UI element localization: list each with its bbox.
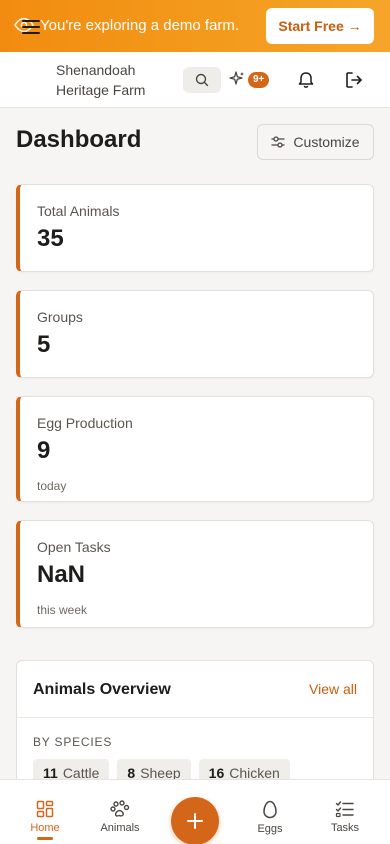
nav-label: Animals — [100, 822, 140, 834]
logout-icon[interactable] — [344, 70, 364, 90]
dashboard-icon — [36, 800, 54, 818]
section-title: Animals Overview — [33, 681, 171, 698]
stat-card-groups[interactable]: Groups 5 — [16, 290, 374, 378]
stat-label: Egg Production — [37, 415, 133, 431]
view-all-link[interactable]: View all — [309, 681, 357, 697]
page-title: Dashboard — [16, 126, 142, 153]
stat-value: NaN — [37, 561, 86, 588]
add-button[interactable] — [171, 797, 219, 844]
stat-value: 35 — [37, 225, 64, 252]
stat-card-egg-production[interactable]: Egg Production 9 today — [16, 396, 374, 502]
stat-subtext: today — [37, 479, 67, 493]
checklist-icon — [335, 801, 354, 818]
section-label: BY SPECIES — [33, 735, 113, 749]
menu-icon[interactable] — [22, 20, 40, 34]
bottom-nav: Home Animals Eggs Tasks — [0, 779, 390, 844]
demo-banner: You're exploring a demo farm. Start Free… — [0, 0, 390, 52]
active-indicator — [37, 837, 53, 840]
start-free-button[interactable]: Start Free → — [266, 8, 374, 44]
sliders-icon — [271, 136, 286, 148]
demo-banner-message: You're exploring a demo farm. — [40, 17, 240, 34]
search-icon — [195, 73, 209, 87]
nav-home[interactable]: Home — [7, 780, 83, 844]
stat-label: Total Animals — [37, 203, 120, 219]
stat-card-open-tasks[interactable]: Open Tasks NaN this week — [16, 520, 374, 628]
nav-animals[interactable]: Animals — [82, 780, 158, 844]
stat-value: 9 — [37, 437, 51, 464]
farm-name: Shenandoah Heritage Farm — [56, 62, 146, 98]
nav-eggs[interactable]: Eggs — [232, 780, 308, 844]
stat-value: 5 — [37, 331, 51, 358]
stat-subtext: this week — [37, 603, 88, 617]
app-header: Shenandoah Heritage Farm 9+ — [0, 52, 390, 108]
customize-button[interactable]: Customize — [257, 124, 374, 160]
stat-card-total-animals[interactable]: Total Animals 35 — [16, 184, 374, 272]
customize-label: Customize — [293, 134, 360, 150]
stat-label: Open Tasks — [37, 539, 111, 555]
nav-label: Eggs — [257, 823, 283, 835]
paw-icon — [110, 800, 130, 817]
nav-label: Tasks — [330, 822, 360, 834]
divider — [17, 717, 373, 718]
nav-tasks[interactable]: Tasks — [307, 780, 383, 844]
sparkle-icon[interactable] — [228, 70, 246, 88]
stat-label: Groups — [37, 309, 83, 325]
search-button[interactable] — [183, 67, 221, 93]
plus-icon — [187, 813, 203, 829]
egg-icon — [263, 800, 277, 819]
bell-icon[interactable] — [297, 70, 315, 90]
nav-label: Home — [30, 822, 60, 834]
notification-badge: 9+ — [248, 72, 270, 88]
